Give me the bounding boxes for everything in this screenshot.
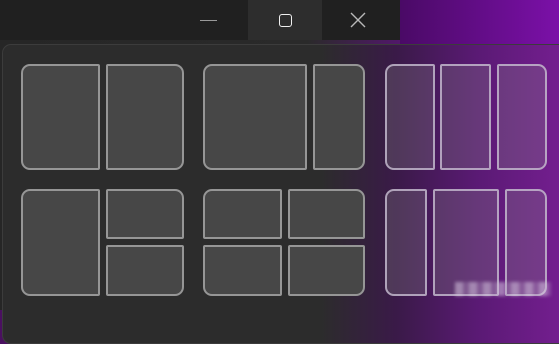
desktop-wallpaper — [400, 0, 559, 44]
snap-zone-left[interactable] — [21, 64, 100, 170]
snap-zone-center-wide[interactable] — [433, 189, 499, 296]
blurred-label — [455, 282, 551, 296]
snap-zone-top-right[interactable] — [106, 189, 184, 239]
snap-zone-right-narrow[interactable] — [505, 189, 547, 296]
snap-layout-three-columns-wide-center — [385, 189, 547, 296]
close-icon — [350, 12, 366, 28]
close-button[interactable] — [328, 0, 388, 40]
snap-layout-two-columns-wide-left — [203, 64, 365, 170]
snap-zone-left[interactable] — [21, 189, 100, 296]
snap-zone-right[interactable] — [106, 64, 184, 170]
snap-zone-left[interactable] — [385, 64, 435, 170]
snap-zone-bottom-right[interactable] — [106, 245, 184, 296]
snap-layouts-flyout — [2, 44, 559, 344]
maximize-icon — [278, 13, 292, 27]
snap-zone-left-narrow[interactable] — [385, 189, 427, 296]
snap-layout-left-column-two-right-rows — [21, 189, 184, 296]
snap-layout-four-quadrants — [203, 189, 365, 296]
snap-layout-three-equal-columns — [385, 64, 547, 170]
snap-zone-center[interactable] — [440, 64, 491, 170]
snap-zone-top-left[interactable] — [203, 189, 282, 239]
minimize-icon — [199, 19, 217, 21]
snap-zone-top-right[interactable] — [288, 189, 365, 239]
snap-zone-left-wide[interactable] — [203, 64, 307, 170]
snap-zone-bottom-right[interactable] — [288, 245, 365, 296]
minimize-button[interactable] — [178, 0, 238, 40]
snap-layout-two-equal-columns — [21, 64, 184, 170]
window-titlebar — [0, 0, 400, 40]
snap-zone-right-narrow[interactable] — [313, 64, 365, 170]
maximize-button[interactable] — [248, 0, 322, 40]
snap-zone-bottom-left[interactable] — [203, 245, 282, 296]
snap-zone-right[interactable] — [497, 64, 547, 170]
